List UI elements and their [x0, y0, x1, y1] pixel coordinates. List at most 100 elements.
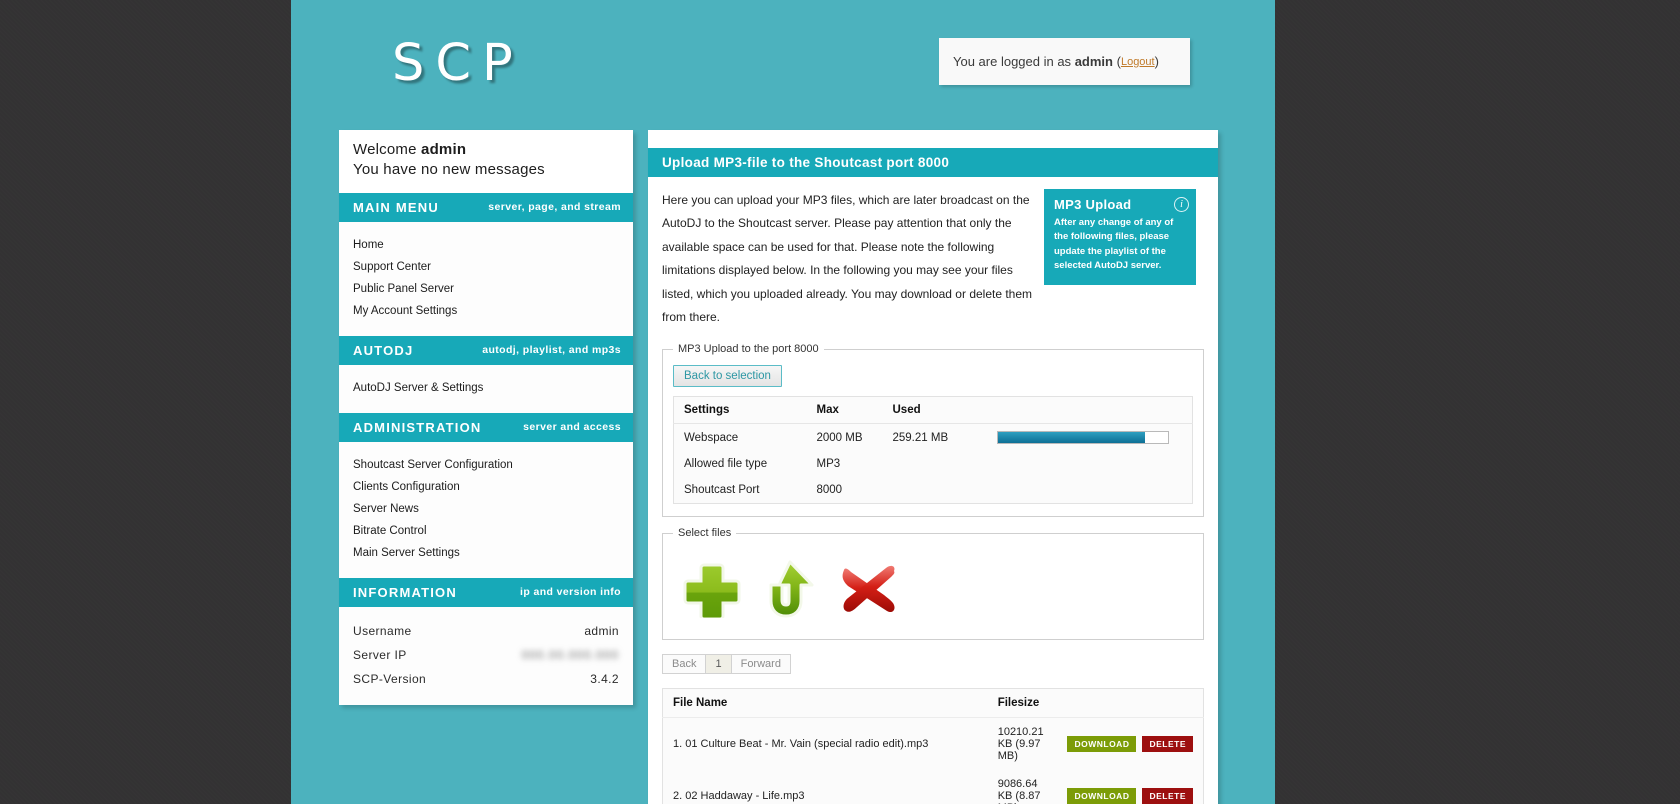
welcome-username: admin: [421, 141, 467, 158]
logout-link[interactable]: Logout: [1121, 56, 1155, 68]
select-files-legend: Select files: [678, 527, 732, 540]
add-files-icon[interactable]: [683, 560, 741, 619]
file-actions: DOWNLOAD DELETE: [1057, 770, 1203, 804]
download-button[interactable]: DOWNLOAD: [1067, 788, 1137, 804]
settings-col-used: Used: [882, 396, 987, 425]
messages-line: You have no new messages: [353, 161, 545, 179]
pagination: Back 1 Forward: [662, 654, 1204, 675]
section-header-autodj: AUTODJ autodj, playlist, and mp3s: [339, 335, 633, 365]
page-header: SCP You are logged in as admin (Logout): [291, 0, 1275, 130]
upload-fieldset: MP3 Upload to the port 8000 Back to sele…: [662, 343, 1204, 518]
files-table: File Name Filesize 1. 01 Culture Beat - …: [662, 688, 1204, 804]
section-body-main-menu: Home Support Center Public Panel Server …: [339, 221, 633, 336]
app-page: SCP You are logged in as admin (Logout) …: [291, 0, 1275, 804]
table-row: Shoutcast Port 8000: [674, 477, 1193, 504]
files-header-row: File Name Filesize: [662, 688, 1204, 719]
info-row-username: Username admin: [339, 619, 633, 643]
section-subtitle: autodj, playlist, and mp3s: [482, 344, 621, 356]
setting-used: [883, 451, 987, 477]
delete-button[interactable]: DELETE: [1142, 788, 1193, 804]
welcome-box: Welcome admin You have no new messages: [339, 130, 633, 193]
info-label: Username: [353, 623, 412, 638]
select-files-fieldset: Select files: [662, 527, 1204, 641]
sidebar-item-shoutcast-server-configuration[interactable]: Shoutcast Server Configuration: [339, 454, 633, 476]
sidebar-item-bitrate-control[interactable]: Bitrate Control: [339, 520, 633, 542]
info-row-server-ip: Server IP 000.00.000.000: [339, 643, 633, 667]
sidebar-item-clients-configuration[interactable]: Clients Configuration: [339, 476, 633, 498]
promo-body: After any change of any of the following…: [1054, 217, 1174, 271]
back-to-selection-button[interactable]: Back to selection: [673, 365, 782, 388]
page-title: Upload MP3-file to the Shoutcast port 80…: [648, 148, 1218, 177]
main-topbar: [648, 130, 1218, 148]
section-header-main-menu: MAIN MENU server, page, and stream: [339, 192, 633, 222]
webspace-progress-bar: [996, 431, 1169, 445]
info-row-scp-version: SCP-Version 3.4.2: [339, 667, 633, 691]
delete-button[interactable]: DELETE: [1142, 736, 1193, 753]
section-header-information: INFORMATION ip and version info: [339, 577, 633, 607]
file-size: 9086.64 KB (8.87 MB): [997, 778, 1041, 804]
sidebar-item-home[interactable]: Home: [339, 234, 633, 256]
upload-fieldset-legend: MP3 Upload to the port 8000: [678, 343, 819, 356]
sidebar-item-autodj-server-settings[interactable]: AutoDJ Server & Settings: [339, 377, 633, 399]
info-label: SCP-Version: [353, 671, 427, 686]
login-status-box: You are logged in as admin (Logout): [939, 38, 1190, 85]
section-subtitle: server and access: [523, 421, 621, 433]
table-row: Allowed file type MP3: [674, 451, 1193, 477]
pagination-back[interactable]: Back: [662, 654, 707, 675]
info-value-redacted: 000.00.000.000: [521, 647, 619, 662]
intro-paragraph: Here you can upload your MP3 files, whic…: [662, 193, 1033, 324]
setting-max: 2000 MB: [816, 431, 863, 444]
settings-table: Settings Max Used Webspace 2000 MB 259.2…: [673, 396, 1193, 505]
welcome-line: Welcome admin: [353, 140, 619, 160]
info-label: Server IP: [353, 647, 407, 662]
section-body-administration: Shoutcast Server Configuration Clients C…: [339, 441, 633, 578]
file-name: 01 Culture Beat - Mr. Vain (special radi…: [685, 738, 929, 751]
setting-max: MP3: [816, 458, 841, 471]
login-prefix-label: You are logged in as: [953, 54, 1072, 69]
table-row: 2. 02 Haddaway - Life.mp3 9086.64 KB (8.…: [663, 770, 1204, 804]
files-col-actions: [1057, 688, 1204, 719]
file-size: 10210.21 KB (9.97 MB): [997, 726, 1044, 763]
settings-col-max: Max: [806, 396, 883, 425]
setting-used: 259.21 MB: [892, 431, 949, 444]
setting-progress-cell: [987, 424, 1193, 452]
file-action-icons: [673, 549, 1193, 627]
cancel-icon[interactable]: [839, 562, 899, 616]
setting-progress-cell: [987, 451, 1193, 477]
file-name-cell: 1. 01 Culture Beat - Mr. Vain (special r…: [663, 718, 988, 771]
settings-header-row: Settings Max Used: [673, 396, 1193, 425]
mp3-upload-promo: i MP3 Upload After any change of any of …: [1044, 189, 1196, 285]
login-username: admin: [1074, 54, 1113, 69]
section-body-autodj: AutoDJ Server & Settings: [339, 364, 633, 413]
pagination-forward[interactable]: Forward: [730, 654, 791, 675]
main-panel: Upload MP3-file to the Shoutcast port 80…: [648, 130, 1218, 804]
section-header-administration: ADMINISTRATION server and access: [339, 412, 633, 442]
file-name: 02 Haddaway - Life.mp3: [685, 790, 805, 803]
promo-title: MP3 Upload: [1054, 197, 1132, 212]
section-title: MAIN MENU: [353, 199, 439, 215]
scp-logo: SCP: [392, 34, 524, 93]
setting-progress-cell: [987, 477, 1193, 504]
sidebar-item-my-account-settings[interactable]: My Account Settings: [339, 300, 633, 322]
info-icon[interactable]: i: [1174, 197, 1189, 212]
paren-close: ): [1154, 54, 1159, 69]
setting-max: 8000: [816, 484, 843, 497]
sidebar-item-public-panel-server[interactable]: Public Panel Server: [339, 278, 633, 300]
section-subtitle: ip and version info: [520, 586, 621, 598]
table-row: Webspace 2000 MB 259.21 MB: [674, 424, 1193, 452]
file-actions: DOWNLOAD DELETE: [1057, 718, 1203, 771]
section-title: ADMINISTRATION: [353, 419, 482, 435]
info-value: admin: [584, 623, 619, 638]
settings-col-progress: [986, 396, 1193, 425]
intro-section: Here you can upload your MP3 files, whic…: [648, 177, 1218, 333]
download-button[interactable]: DOWNLOAD: [1067, 736, 1137, 753]
sidebar-item-server-news[interactable]: Server News: [339, 498, 633, 520]
settings-col-settings: Settings: [673, 396, 807, 425]
section-subtitle: server, page, and stream: [488, 201, 621, 213]
pagination-page-1[interactable]: 1: [705, 654, 732, 675]
upload-icon[interactable]: [763, 559, 817, 619]
info-value: 3.4.2: [590, 671, 619, 686]
sidebar: Welcome admin You have no new messages M…: [339, 130, 633, 705]
sidebar-item-support-center[interactable]: Support Center: [339, 256, 633, 278]
sidebar-item-main-server-settings[interactable]: Main Server Settings: [339, 542, 633, 564]
